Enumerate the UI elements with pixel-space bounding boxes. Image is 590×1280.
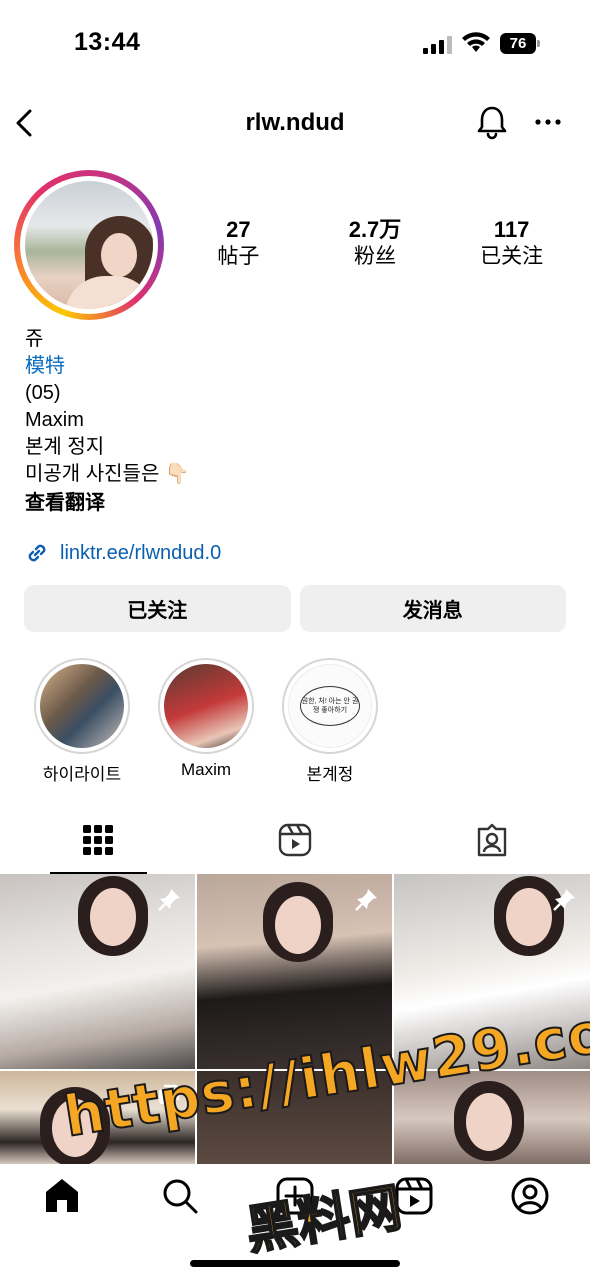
highlight-note: 권한, 처! 아는 안 권쟁 좋아하기 — [300, 686, 360, 726]
reels-icon[interactable] — [394, 1176, 434, 1216]
followers-label: 粉丝 — [354, 245, 396, 268]
post-thumbnail[interactable] — [0, 1071, 195, 1164]
status-bar: 13:44 76 — [0, 0, 590, 90]
profile-tabs — [0, 806, 590, 874]
following-label: 已关注 — [480, 245, 544, 268]
bell-icon[interactable] — [473, 103, 511, 141]
bio-line: Maxim — [25, 409, 84, 431]
highlight-cover — [40, 664, 124, 748]
following-button[interactable]: 已关注 — [24, 585, 291, 632]
status-time: 13:44 — [74, 28, 141, 56]
post-thumbnail[interactable] — [197, 1071, 392, 1164]
profile-link[interactable]: linktr.ee/rlwndud.0 — [24, 538, 221, 568]
wifi-icon — [462, 32, 490, 52]
highlight-label: Maxim — [180, 760, 232, 779]
post-thumbnail[interactable] — [197, 874, 392, 1069]
profile-avatar[interactable] — [14, 170, 164, 320]
highlight-cover — [164, 664, 248, 748]
home-indicator[interactable] — [190, 1260, 400, 1267]
following-count: 117 — [493, 217, 530, 242]
tab-posts[interactable] — [0, 806, 197, 874]
highlight-item[interactable]: 하이라이트 — [20, 658, 144, 788]
avatar-photo — [25, 181, 153, 309]
top-nav: rlw.ndud — [0, 95, 590, 150]
reels-icon — [278, 823, 312, 857]
bio-line: 미공개 사진들은 — [25, 463, 160, 485]
home-icon[interactable] — [42, 1176, 82, 1216]
pin-icon — [553, 889, 575, 911]
posts-grid — [0, 874, 590, 1164]
followers-count: 2.7万 — [348, 217, 402, 242]
pin-icon — [158, 889, 180, 911]
tab-reels[interactable] — [197, 806, 394, 874]
highlight-label: 하이라이트 — [42, 765, 122, 784]
carousel-icon — [159, 1084, 180, 1104]
tab-tagged[interactable] — [393, 806, 590, 874]
stat-followers[interactable]: 2.7万 粉丝 — [307, 216, 444, 276]
stat-following[interactable]: 117 已关注 — [443, 216, 580, 276]
post-thumbnail[interactable] — [0, 874, 195, 1069]
tagged-icon — [477, 823, 506, 857]
cellular-signal-icon — [423, 36, 452, 54]
post-thumbnail[interactable] — [394, 1071, 590, 1164]
link-text: linktr.ee/rlwndud.0 — [60, 541, 222, 564]
see-translation-link[interactable]: 查看翻译 — [25, 490, 565, 517]
bio-line: (05) — [25, 382, 61, 404]
create-icon[interactable] — [275, 1176, 315, 1216]
battery-icon: 76 — [500, 33, 540, 54]
bottom-nav — [0, 1164, 590, 1280]
profile-bio: 쥬 模特 (05) Maxim 본계 정지 미공개 사진들은 👇🏻 查看翻译 — [25, 326, 565, 517]
message-button[interactable]: 发消息 — [299, 585, 566, 632]
highlight-item[interactable]: 권한, 처! 아는 안 권쟁 좋아하기 본계정 — [268, 658, 392, 788]
posts-count: 27 — [226, 217, 251, 242]
battery-level: 76 — [500, 33, 536, 54]
highlight-cover: 권한, 처! 아는 안 권쟁 좋아하기 — [288, 664, 372, 748]
profile-category[interactable]: 模特 — [25, 353, 565, 380]
highlight-item[interactable]: Maxim — [144, 658, 268, 788]
display-name: 쥬 — [25, 328, 44, 350]
story-highlights: 하이라이트 Maxim 권한, 처! 아는 안 권쟁 좋아하기 본계정 — [20, 658, 392, 788]
post-thumbnail[interactable] — [394, 874, 590, 1069]
pointing-down-hand-icon: 👇🏻 — [164, 463, 190, 485]
bio-line: 본계 정지 — [25, 436, 105, 458]
highlight-label: 본계정 — [306, 765, 354, 784]
more-options-icon[interactable] — [530, 107, 566, 137]
pin-icon — [355, 889, 377, 911]
profile-stats: 27 帖子 2.7万 粉丝 117 已关注 — [170, 216, 580, 276]
link-icon — [28, 544, 46, 562]
grid-icon — [83, 825, 114, 855]
profile-actions: 已关注 发消息 — [24, 585, 566, 632]
stat-posts[interactable]: 27 帖子 — [170, 216, 307, 276]
profile-icon[interactable] — [510, 1176, 550, 1216]
search-icon[interactable] — [160, 1176, 200, 1216]
posts-label: 帖子 — [217, 245, 260, 268]
